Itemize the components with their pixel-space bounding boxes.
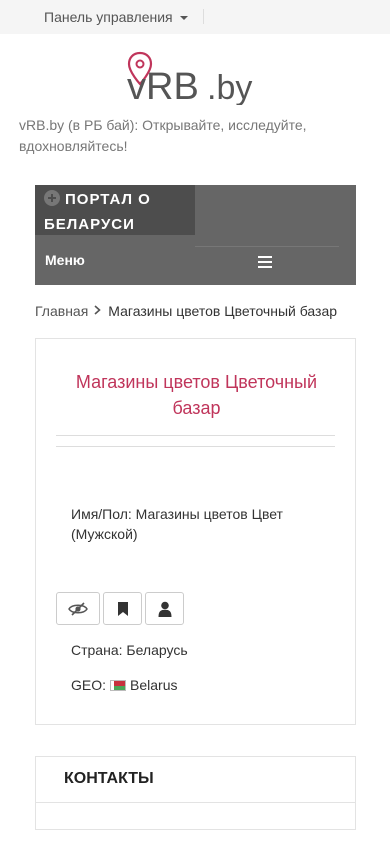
eye-slash-icon bbox=[68, 601, 88, 616]
belarus-flag-icon bbox=[110, 679, 127, 691]
breadcrumb: Главная Магазины цветов Цветочный базар bbox=[35, 303, 337, 319]
breadcrumb-current: Магазины цветов Цветочный базар bbox=[108, 303, 338, 319]
entry-name-gender: Имя/Пол: Магазины цветов Цвет (Мужской) bbox=[71, 506, 283, 542]
entry-title: Магазины цветов Цветочный базар bbox=[75, 372, 318, 418]
hamburger-icon[interactable] bbox=[258, 256, 272, 268]
portal-title-text: ПОРТАЛ О БЕЛАРУСИ bbox=[44, 191, 151, 233]
contacts-title: КОНТАКТЫ bbox=[64, 770, 154, 787]
geo-value: Belarus bbox=[130, 677, 178, 693]
title-divider-top bbox=[56, 435, 335, 436]
portal-title: ПОРТАЛ О БЕЛАРУСИ bbox=[44, 187, 194, 237]
contacts-header: КОНТАКТЫ bbox=[36, 757, 355, 803]
control-panel-label: Панель управления bbox=[44, 9, 173, 25]
site-tagline: vRB.by (в РБ бай): Открывайте, исследуйт… bbox=[19, 117, 307, 154]
hide-button[interactable] bbox=[56, 592, 100, 625]
bookmark-button[interactable] bbox=[103, 592, 142, 625]
portal-title-block[interactable]: ПОРТАЛ О БЕЛАРУСИ bbox=[35, 185, 195, 235]
user-icon bbox=[158, 601, 171, 617]
top-bar: Панель управления bbox=[0, 0, 390, 34]
control-panel-dropdown[interactable]: Панель управления bbox=[44, 9, 188, 25]
caret-down-icon bbox=[179, 15, 188, 20]
portal-nav-block: ПОРТАЛ О БЕЛАРУСИ Меню bbox=[35, 185, 356, 285]
logo-brand-suffix: .by bbox=[207, 69, 252, 105]
portal-divider bbox=[195, 246, 339, 247]
entry-country: Страна: Беларусь bbox=[71, 642, 188, 658]
logo-brand-main: vRB bbox=[127, 66, 199, 105]
chevron-right-icon bbox=[94, 304, 102, 318]
bookmark-icon bbox=[117, 601, 128, 616]
geo-label: GEO: bbox=[71, 677, 107, 693]
entry-geo: GEO: Belarus bbox=[71, 677, 177, 693]
breadcrumb-home-link[interactable]: Главная bbox=[35, 303, 88, 319]
title-divider-bottom bbox=[56, 446, 335, 447]
entry-actions bbox=[56, 592, 184, 625]
contacts-panel: КОНТАКТЫ bbox=[35, 756, 356, 830]
plus-circle-icon bbox=[44, 190, 60, 206]
profile-button[interactable] bbox=[145, 592, 184, 625]
site-logo[interactable]: vRB .by bbox=[127, 51, 267, 105]
topbar-divider bbox=[203, 9, 204, 24]
menu-label: Меню bbox=[45, 252, 85, 268]
logo-graphic: vRB .by bbox=[127, 51, 252, 105]
entry-card: Магазины цветов Цветочный базар Имя/Пол:… bbox=[35, 338, 356, 725]
